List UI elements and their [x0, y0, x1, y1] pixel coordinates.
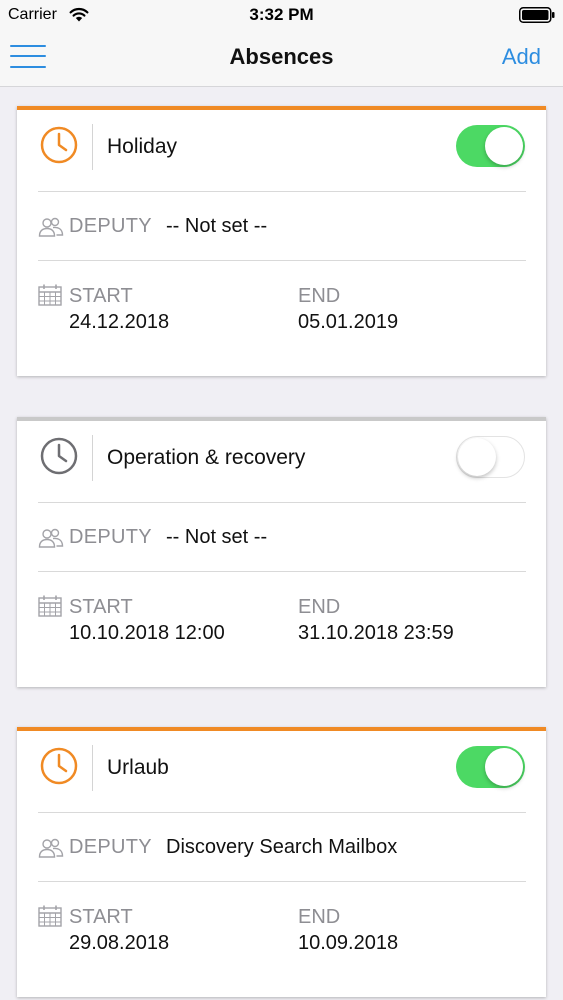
divider: [38, 571, 526, 572]
end-date: 31.10.2018 23:59: [298, 622, 454, 644]
divider: [38, 502, 526, 503]
calendar-icon: [38, 595, 62, 617]
divider: [38, 881, 526, 882]
toggle-knob: [485, 127, 523, 165]
calendar-icon: [38, 905, 62, 927]
start-date: 24.12.2018: [69, 311, 170, 333]
divider: [92, 435, 93, 481]
people-icon: [38, 838, 64, 858]
people-icon: [38, 528, 64, 548]
end-label: END: [298, 906, 341, 928]
absence-name: Holiday: [107, 135, 178, 158]
absence-toggle[interactable]: [456, 436, 525, 478]
deputy-label: DEPUTY: [69, 215, 152, 237]
divider: [38, 812, 526, 813]
start-label: START: [69, 596, 133, 618]
battery-icon: [519, 7, 555, 23]
start-date: 29.08.2018: [69, 932, 170, 954]
start-label: START: [69, 906, 133, 928]
clock-icon: [40, 437, 78, 475]
absence-toggle[interactable]: [456, 746, 525, 788]
calendar-icon: [38, 284, 62, 306]
deputy-value: Discovery Search Mailbox: [166, 836, 398, 858]
divider: [92, 745, 93, 791]
absence-toggle[interactable]: [456, 125, 525, 167]
status-time: 3:32 PM: [249, 5, 314, 24]
absence-card[interactable]: Holiday DEPUTY -- Not set -- START 24.12…: [17, 106, 546, 376]
absence-name: Operation & recovery: [107, 446, 306, 469]
add-button[interactable]: Add: [502, 44, 541, 70]
divider: [92, 124, 93, 170]
status-bar: Carrier 3:32 PM: [0, 0, 563, 30]
divider: [38, 260, 526, 261]
end-date: 10.09.2018: [298, 932, 399, 954]
deputy-value: -- Not set --: [166, 215, 268, 237]
end-date: 05.01.2019: [298, 311, 399, 333]
toggle-knob: [458, 438, 496, 476]
toggle-knob: [485, 748, 523, 786]
divider: [38, 191, 526, 192]
end-label: END: [298, 596, 341, 618]
start-date: 10.10.2018 12:00: [69, 622, 225, 644]
absence-name: Urlaub: [107, 756, 169, 779]
clock-icon: [40, 747, 78, 785]
absence-card[interactable]: Operation & recovery DEPUTY -- Not set -…: [17, 417, 546, 687]
clock-icon: [40, 126, 78, 164]
deputy-label: DEPUTY: [69, 526, 152, 548]
deputy-value: -- Not set --: [166, 526, 268, 548]
people-icon: [38, 217, 64, 237]
menu-button[interactable]: [10, 44, 48, 72]
start-label: START: [69, 285, 133, 307]
end-label: END: [298, 285, 341, 307]
page-title: Absences: [229, 44, 334, 69]
absence-card[interactable]: Urlaub DEPUTY Discovery Search Mailbox S…: [17, 727, 546, 997]
deputy-label: DEPUTY: [69, 836, 152, 858]
navigation-bar: Absences Add: [0, 30, 563, 87]
